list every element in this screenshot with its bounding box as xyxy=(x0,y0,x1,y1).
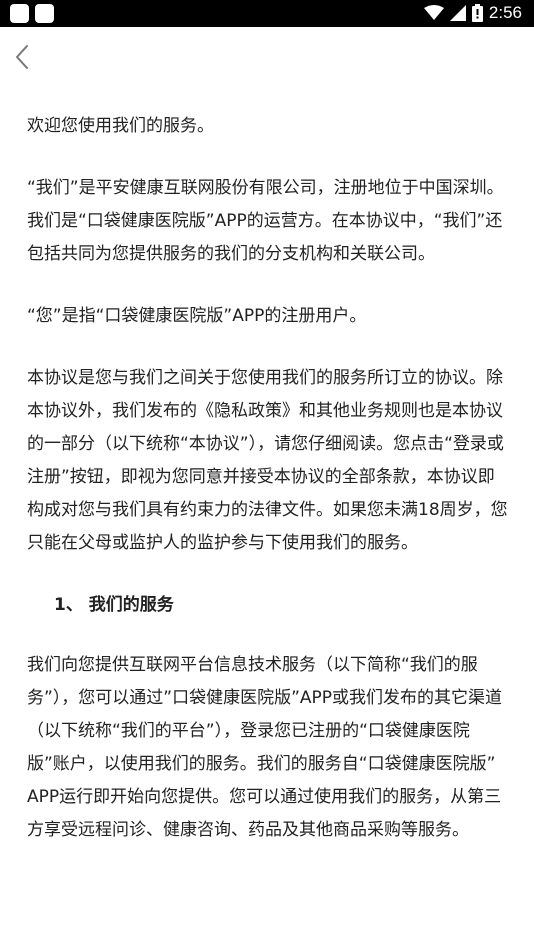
agreement-content: 欢迎您使用我们的服务。 “我们”是平安健康互联网股份有限公司，注册地位于中国深圳… xyxy=(27,110,511,876)
notification-square-icon xyxy=(35,4,54,23)
agreement-paragraph: 我们向您提供互联网平台信息技术服务（以下简称“我们的服务”），您可以通过”口袋健… xyxy=(27,655,503,840)
status-notifications xyxy=(10,4,54,23)
section-heading: 1、 我们的服务 xyxy=(54,595,174,615)
battery-icon xyxy=(471,4,483,22)
status-system-icons: 2:56 xyxy=(423,3,522,23)
nav-bar xyxy=(0,27,534,87)
agreement-paragraph: “我们”是平安健康互联网股份有限公司，注册地位于中国深圳。我们是“口袋健康医院版… xyxy=(27,178,504,264)
status-time: 2:56 xyxy=(488,3,522,22)
back-button[interactable] xyxy=(10,41,38,73)
chevron-left-icon xyxy=(16,45,28,69)
agreement-paragraph: 欢迎您使用我们的服务。 xyxy=(27,116,214,136)
agreement-paragraph: 本协议是您与我们之间关于您使用我们的服务所订立的协议。除本协议外，我们发布的《隐… xyxy=(27,368,508,553)
cell-signal-icon xyxy=(449,5,466,21)
status-bar: 2:56 xyxy=(0,0,534,27)
agreement-paragraph: “您”是指“口袋健康医院版”APP的注册用户。 xyxy=(27,306,367,326)
notification-square-icon xyxy=(10,4,29,23)
wifi-icon xyxy=(423,5,444,21)
